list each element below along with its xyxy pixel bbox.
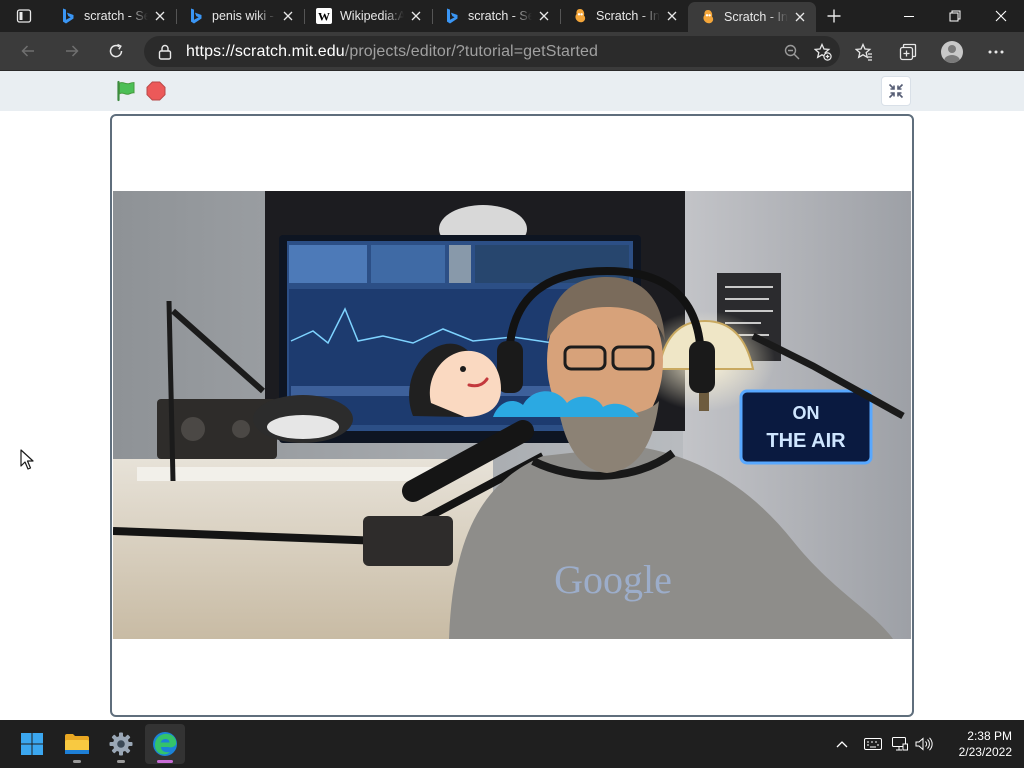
address-bar[interactable]: https://scratch.mit.edu/projects/editor/… bbox=[144, 36, 840, 67]
network-button[interactable] bbox=[888, 720, 912, 768]
back-button[interactable] bbox=[10, 35, 46, 67]
zoom-icon[interactable] bbox=[784, 44, 800, 60]
chevron-up-icon bbox=[836, 741, 848, 748]
stage-header bbox=[0, 71, 1024, 111]
plus-icon bbox=[827, 9, 841, 23]
clock-date: 2/23/2022 bbox=[958, 745, 1012, 759]
browser-tab[interactable]: W Wikipedia:A bbox=[304, 0, 432, 32]
tab-actions-icon bbox=[16, 9, 32, 23]
tab-title: scratch - Se bbox=[84, 9, 148, 23]
browser-tab[interactable]: scratch - Se bbox=[48, 0, 176, 32]
settings-icon bbox=[109, 732, 133, 756]
url-path: /projects/editor/?tutorial=getStarted bbox=[344, 42, 598, 60]
scratch-icon bbox=[572, 8, 588, 24]
edge-icon bbox=[153, 732, 177, 756]
keyboard-icon bbox=[864, 738, 882, 750]
touch-keyboard-button[interactable] bbox=[858, 720, 888, 768]
add-favorite-icon[interactable] bbox=[814, 42, 832, 61]
close-tab-icon[interactable] bbox=[792, 9, 808, 25]
tab-title: Scratch - In bbox=[724, 10, 788, 24]
exit-fullscreen-button[interactable] bbox=[881, 76, 911, 106]
file-explorer-icon bbox=[65, 734, 89, 754]
minimize-icon bbox=[904, 16, 914, 17]
running-indicator bbox=[157, 760, 173, 763]
windows-start-icon bbox=[21, 733, 43, 755]
close-icon bbox=[995, 10, 1007, 22]
bing-icon bbox=[60, 8, 76, 24]
mouse-cursor-icon bbox=[20, 449, 34, 470]
speaker-icon bbox=[915, 737, 933, 751]
green-flag-button[interactable] bbox=[114, 79, 138, 103]
system-tray bbox=[832, 720, 936, 768]
url-text[interactable]: https://scratch.mit.edu/projects/editor/… bbox=[186, 43, 598, 61]
start-button[interactable] bbox=[12, 724, 52, 764]
refresh-icon bbox=[109, 43, 123, 58]
running-indicator bbox=[73, 760, 81, 763]
restore-button[interactable] bbox=[932, 0, 978, 32]
svg-text:W: W bbox=[318, 10, 330, 24]
tab-title: penis wiki - bbox=[212, 9, 274, 23]
network-icon bbox=[892, 737, 908, 751]
webcam-video-layer: ON THE AIR Google bbox=[113, 191, 911, 639]
stage-canvas[interactable]: ON THE AIR Google bbox=[110, 114, 914, 717]
show-hidden-icons-button[interactable] bbox=[832, 720, 852, 768]
close-tab-icon[interactable] bbox=[408, 8, 424, 24]
refresh-button[interactable] bbox=[98, 35, 134, 67]
tab-title: scratch - Se bbox=[468, 9, 532, 23]
bing-icon bbox=[188, 8, 204, 24]
browser-tab-active[interactable]: Scratch - In bbox=[688, 2, 816, 32]
browser-tab[interactable]: penis wiki - bbox=[176, 0, 304, 32]
close-tab-icon[interactable] bbox=[280, 8, 296, 24]
minimize-button[interactable] bbox=[886, 0, 932, 32]
settings-menu-button[interactable] bbox=[978, 36, 1014, 68]
url-host: https://scratch.mit.edu bbox=[186, 42, 345, 60]
close-window-button[interactable] bbox=[978, 0, 1024, 32]
clock-time: 2:38 PM bbox=[967, 729, 1012, 743]
forward-button[interactable] bbox=[54, 35, 90, 67]
browser-tab[interactable]: Scratch - In bbox=[560, 0, 688, 32]
scratch-fullscreen-player: ON THE AIR Google bbox=[0, 71, 1024, 720]
svg-text:ON: ON bbox=[793, 403, 820, 423]
file-explorer-button[interactable] bbox=[57, 724, 97, 764]
running-indicator bbox=[117, 760, 125, 763]
avatar bbox=[941, 40, 963, 63]
tab-title: Wikipedia:A bbox=[340, 9, 404, 23]
green-flag-icon bbox=[117, 80, 135, 102]
tab-title: Scratch - In bbox=[596, 9, 660, 23]
wikipedia-icon: W bbox=[316, 8, 332, 24]
windows-taskbar: 2:38 PM 2/23/2022 bbox=[0, 720, 1024, 768]
settings-app-button[interactable] bbox=[101, 724, 141, 764]
scratch-icon bbox=[700, 9, 716, 25]
more-options-icon bbox=[988, 50, 1004, 53]
svg-text:THE AIR: THE AIR bbox=[766, 430, 846, 452]
new-tab-button[interactable] bbox=[816, 0, 852, 32]
close-tab-icon[interactable] bbox=[536, 8, 552, 24]
profile-button[interactable] bbox=[934, 36, 970, 68]
lock-icon[interactable] bbox=[158, 44, 172, 60]
back-arrow-icon bbox=[21, 45, 34, 57]
close-tab-icon[interactable] bbox=[152, 8, 168, 24]
restore-icon bbox=[949, 10, 961, 22]
close-tab-icon[interactable] bbox=[664, 8, 680, 24]
favorites-icon bbox=[855, 42, 872, 61]
webcam-scene-image: ON THE AIR Google bbox=[113, 191, 911, 639]
volume-button[interactable] bbox=[912, 720, 936, 768]
collections-button[interactable] bbox=[890, 36, 926, 68]
edge-browser-button[interactable] bbox=[145, 724, 185, 764]
browser-toolbar: https://scratch.mit.edu/projects/editor/… bbox=[0, 32, 1024, 71]
bing-icon bbox=[444, 8, 460, 24]
collections-icon bbox=[899, 43, 917, 60]
favorites-button[interactable] bbox=[846, 36, 882, 68]
taskbar-clock[interactable]: 2:38 PM 2/23/2022 bbox=[959, 728, 1012, 760]
stop-icon bbox=[146, 81, 166, 101]
unfullscreen-icon bbox=[888, 83, 904, 99]
tab-actions-button[interactable] bbox=[0, 0, 48, 32]
svg-text:Google: Google bbox=[554, 557, 672, 602]
browser-tab[interactable]: scratch - Se bbox=[432, 0, 560, 32]
browser-tab-strip: scratch - Se penis wiki - W Wikipedia:A … bbox=[0, 0, 1024, 32]
forward-arrow-icon bbox=[66, 45, 79, 57]
stop-button[interactable] bbox=[144, 79, 168, 103]
